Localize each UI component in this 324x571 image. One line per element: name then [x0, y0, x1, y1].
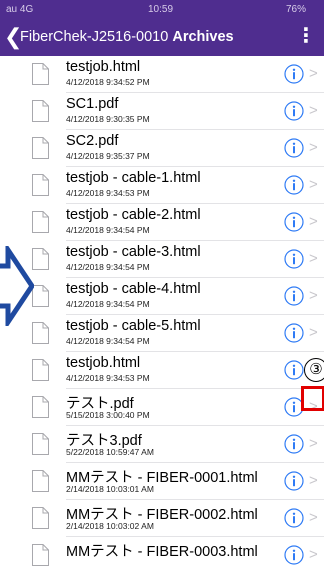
file-date: 2/14/2018 10:03:02 AM: [66, 521, 154, 531]
arrow-annotation-icon: [0, 246, 34, 326]
chevron-right-icon[interactable]: >: [309, 546, 318, 564]
document-icon: [32, 396, 49, 418]
chevron-right-icon[interactable]: >: [309, 102, 318, 120]
chevron-right-icon[interactable]: >: [309, 65, 318, 83]
file-row[interactable]: testjob.html 4/12/2018 9:34:52 PM >: [0, 56, 324, 93]
chevron-right-icon[interactable]: >: [309, 139, 318, 157]
file-date: 4/12/2018 9:34:54 PM: [66, 299, 150, 309]
info-icon[interactable]: [284, 471, 304, 491]
chevron-right-icon[interactable]: >: [309, 472, 318, 490]
file-row[interactable]: テスト.pdf 5/15/2018 3:00:40 PM >: [0, 389, 324, 426]
status-bar: au 4G 10:59 76%: [0, 0, 324, 20]
document-icon: [32, 507, 49, 529]
info-icon[interactable]: [284, 101, 304, 121]
info-icon[interactable]: [284, 360, 304, 380]
chevron-right-icon[interactable]: >: [309, 324, 318, 342]
file-date: 4/12/2018 9:34:54 PM: [66, 262, 150, 272]
document-icon: [32, 137, 49, 159]
file-name: testjob - cable-1.html: [66, 170, 201, 186]
info-icon[interactable]: [284, 323, 304, 343]
file-date: 4/12/2018 9:30:35 PM: [66, 114, 150, 124]
chevron-right-icon[interactable]: >: [309, 213, 318, 231]
chevron-right-icon[interactable]: >: [309, 250, 318, 268]
more-options-icon[interactable]: ⋮: [296, 26, 316, 46]
file-name: testjob - cable-2.html: [66, 207, 201, 223]
file-list[interactable]: testjob.html 4/12/2018 9:34:52 PM > SC1.pdf…: [0, 56, 324, 571]
document-icon: [32, 211, 49, 233]
page-title: Archives: [172, 29, 234, 45]
file-name: testjob - cable-4.html: [66, 281, 201, 297]
document-icon: [32, 100, 49, 122]
document-icon: [32, 544, 49, 566]
document-icon: [32, 433, 49, 455]
chevron-right-icon[interactable]: >: [309, 287, 318, 305]
file-name: SC1.pdf: [66, 96, 119, 112]
document-icon: [32, 285, 49, 307]
file-date: 2/14/2018 10:03:01 AM: [66, 484, 154, 494]
document-icon: [32, 248, 49, 270]
file-row[interactable]: MMテスト - FIBER-0002.html 2/14/2018 10:03:0…: [0, 500, 324, 537]
file-date: 4/12/2018 9:34:53 PM: [66, 188, 150, 198]
info-icon[interactable]: [284, 249, 304, 269]
file-row[interactable]: テスト3.pdf 5/22/2018 10:59:47 AM >: [0, 426, 324, 463]
file-date: 4/12/2018 9:34:54 PM: [66, 336, 150, 346]
info-icon[interactable]: [284, 545, 304, 565]
file-name: MMテスト - FIBER-0003.html: [66, 544, 258, 560]
document-icon: [32, 63, 49, 85]
file-row[interactable]: testjob - cable-5.html 4/12/2018 9:34:54 …: [0, 315, 324, 352]
chevron-right-icon[interactable]: >: [309, 176, 318, 194]
file-date: 4/12/2018 9:34:54 PM: [66, 225, 150, 235]
file-row[interactable]: SC1.pdf 4/12/2018 9:30:35 PM >: [0, 93, 324, 130]
document-icon: [32, 359, 49, 381]
file-date: 5/22/2018 10:59:47 AM: [66, 447, 154, 457]
document-icon: [32, 174, 49, 196]
file-row[interactable]: testjob - cable-2.html 4/12/2018 9:34:54 …: [0, 204, 324, 241]
step-marker: ③: [304, 358, 324, 382]
info-icon[interactable]: [284, 64, 304, 84]
chevron-right-icon[interactable]: >: [309, 435, 318, 453]
file-name: testjob - cable-3.html: [66, 244, 201, 260]
file-date: 4/12/2018 9:35:37 PM: [66, 151, 150, 161]
file-date: 4/12/2018 9:34:52 PM: [66, 77, 150, 87]
carrier-label: au 4G: [6, 4, 34, 15]
battery-label: 76%: [286, 4, 307, 15]
info-icon[interactable]: [284, 175, 304, 195]
info-icon[interactable]: [284, 434, 304, 454]
file-row[interactable]: MMテスト - FIBER-0003.html >: [0, 537, 324, 571]
file-name: testjob.html: [66, 59, 141, 75]
info-icon[interactable]: [284, 212, 304, 232]
file-row[interactable]: testjob - cable-1.html 4/12/2018 9:34:53 …: [0, 167, 324, 204]
info-icon[interactable]: [284, 286, 304, 306]
file-name: SC2.pdf: [66, 133, 119, 149]
file-row[interactable]: MMテスト - FIBER-0001.html 2/14/2018 10:03:0…: [0, 463, 324, 500]
nav-title: FiberChek-J2516-0010 Archives: [20, 29, 234, 45]
document-icon: [32, 470, 49, 492]
file-date: 4/12/2018 9:34:53 PM: [66, 373, 150, 383]
chevron-right-icon[interactable]: >: [309, 509, 318, 527]
file-name: testjob - cable-5.html: [66, 318, 201, 334]
file-date: 5/15/2018 3:00:40 PM: [66, 410, 150, 420]
file-row[interactable]: testjob - cable-3.html 4/12/2018 9:34:54 …: [0, 241, 324, 278]
info-icon[interactable]: [284, 508, 304, 528]
navigation-bar: ❮ FiberChek-J2516-0010 Archives ⋮: [0, 20, 324, 56]
file-row[interactable]: testjob - cable-4.html 4/12/2018 9:34:54 …: [0, 278, 324, 315]
highlight-box: [301, 386, 324, 411]
file-row[interactable]: SC2.pdf 4/12/2018 9:35:37 PM >: [0, 130, 324, 167]
document-icon: [32, 322, 49, 344]
file-row[interactable]: testjob.html4/12/2018 9:34:53 PM>: [0, 352, 324, 389]
info-icon[interactable]: [284, 138, 304, 158]
file-name: testjob.html: [66, 355, 141, 371]
time-label: 10:59: [148, 4, 174, 15]
back-label[interactable]: FiberChek-J2516-0010: [20, 29, 168, 45]
